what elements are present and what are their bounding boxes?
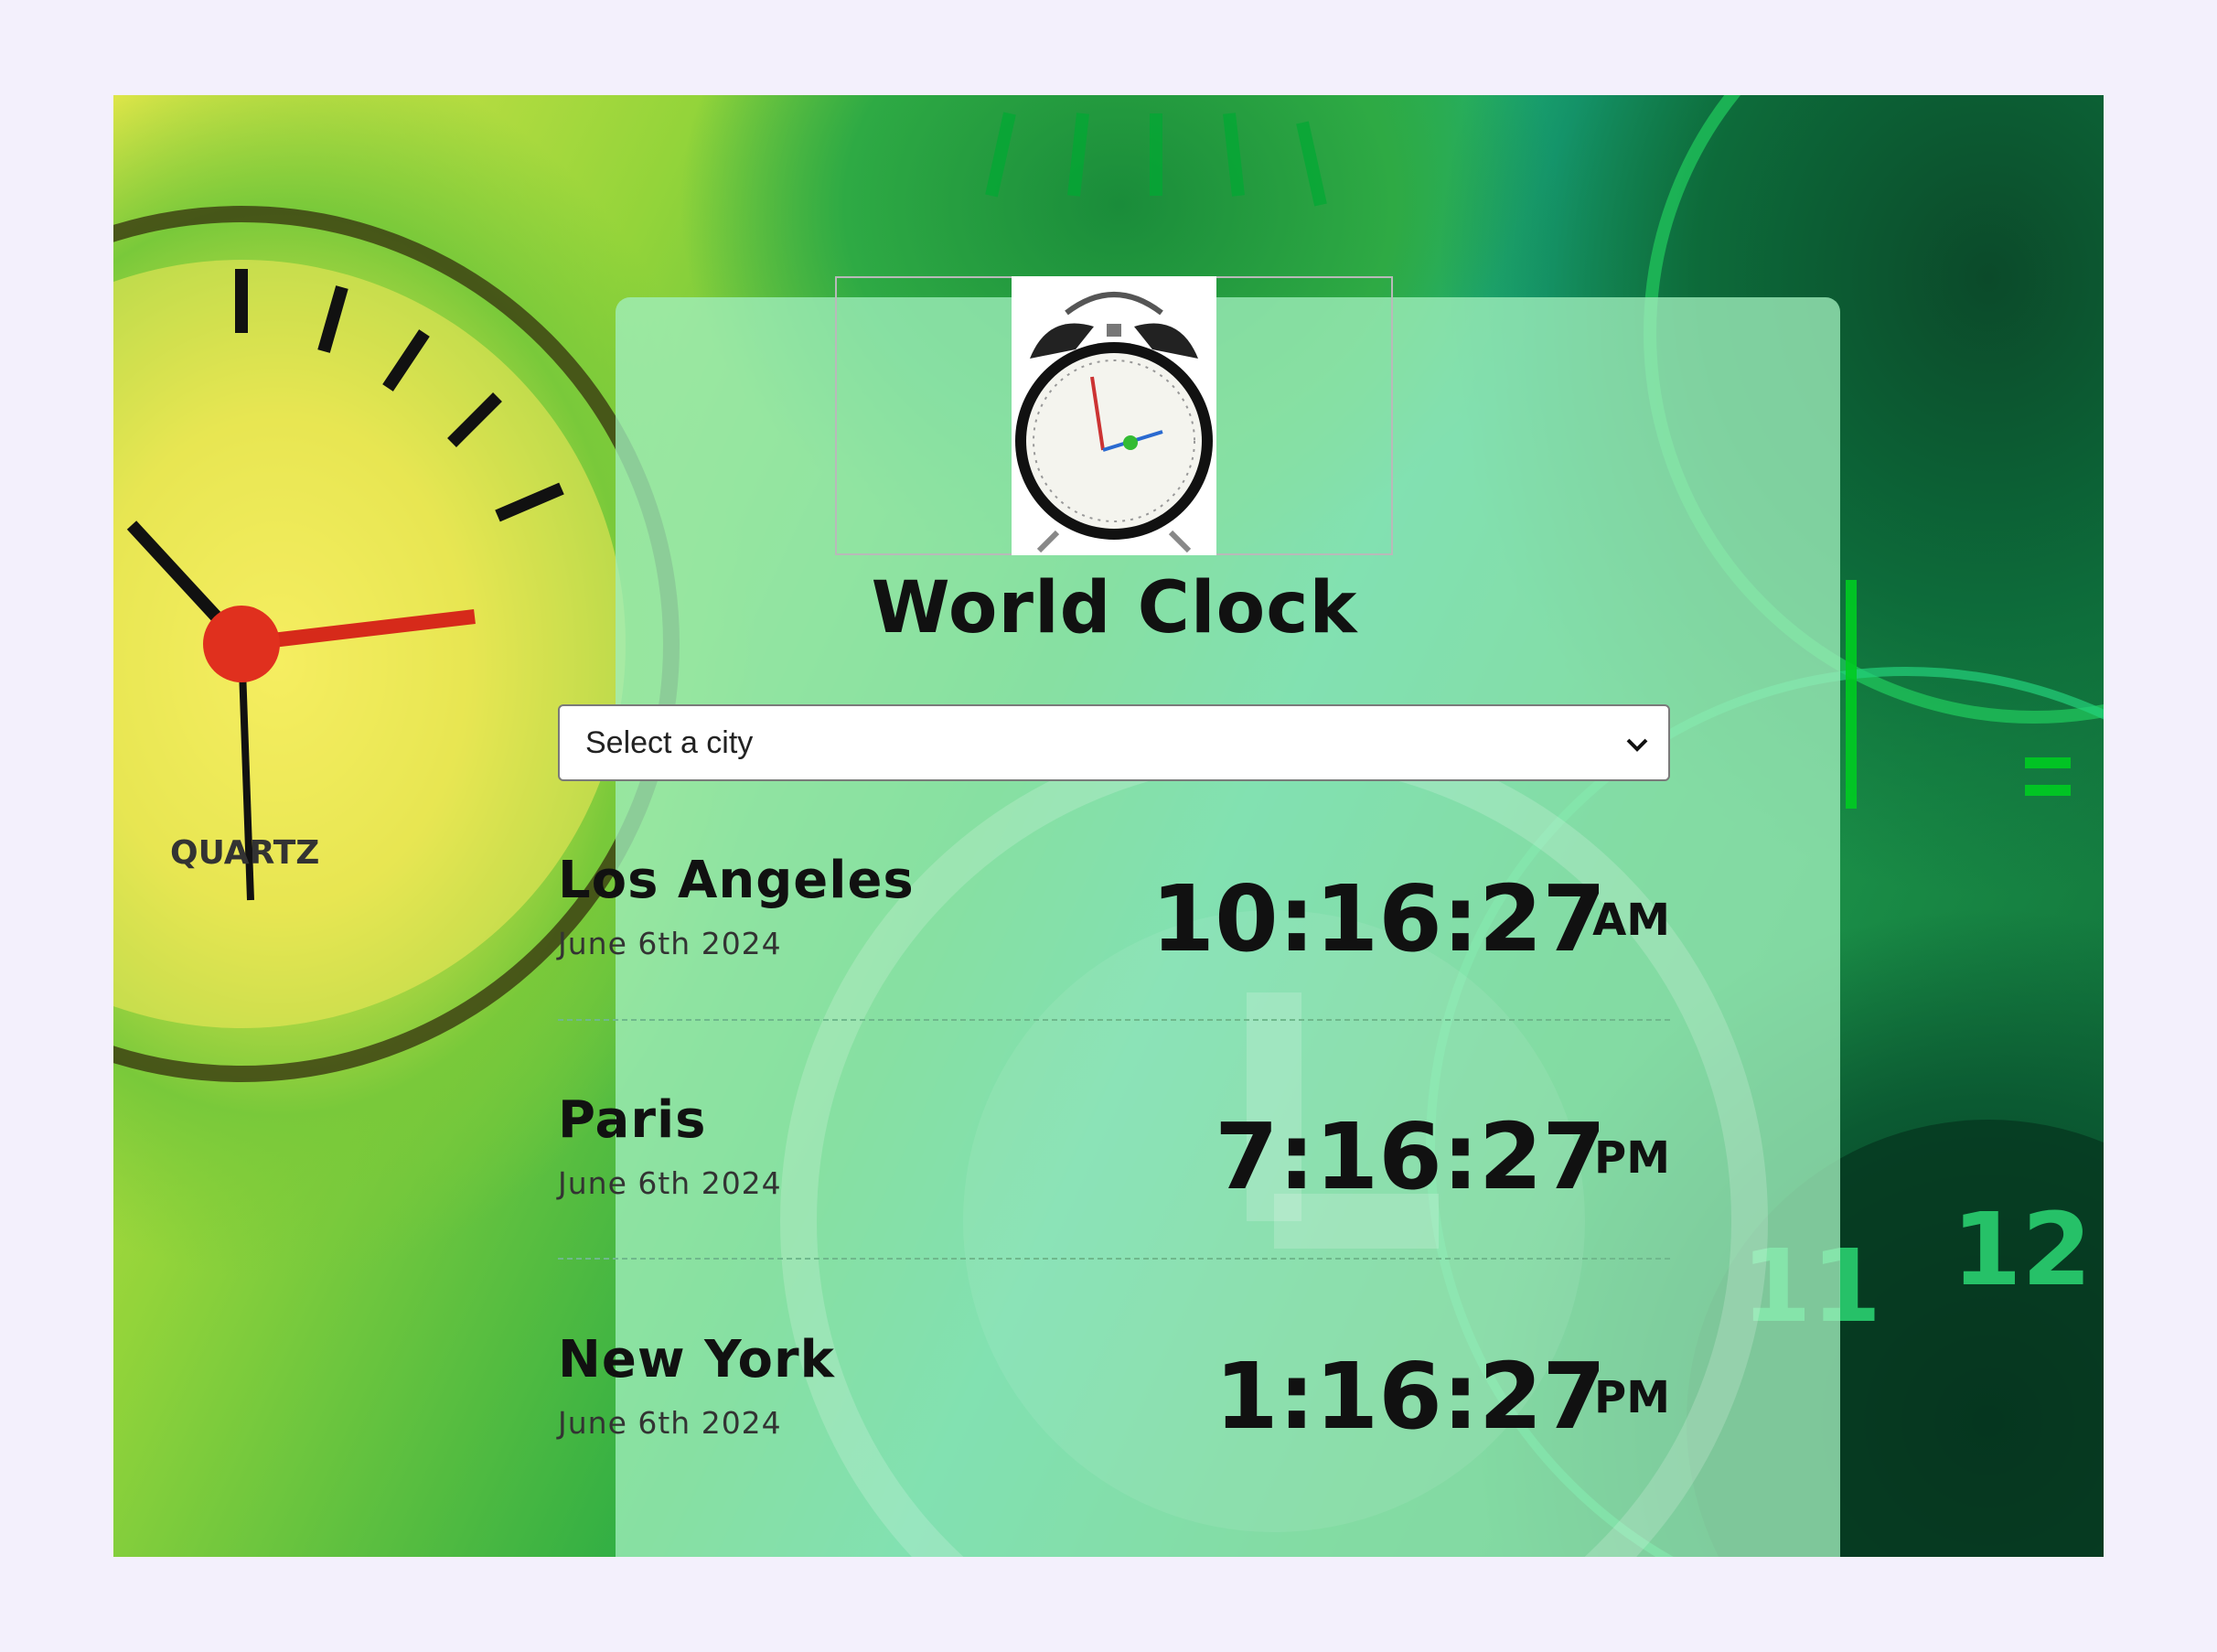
city-time: 7:16:27 <box>1215 1103 1606 1210</box>
row-divider <box>558 1258 1670 1260</box>
clock-row-new-york: New York June 6th 2024 1:16:27 PM <box>558 1330 1670 1476</box>
clock-row-los-angeles: Los Angeles June 6th 2024 10:16:27 AM <box>558 851 1670 997</box>
row-divider <box>558 1019 1670 1021</box>
city-name: New York <box>558 1330 835 1389</box>
city-date: June 6th 2024 <box>558 926 782 961</box>
clock-row-paris: Paris June 6th 2024 7:16:27 PM <box>558 1090 1670 1237</box>
city-select-value: Select a city <box>585 724 754 760</box>
city-date: June 6th 2024 <box>558 1405 782 1441</box>
city-time: 10:16:27 <box>1151 865 1606 972</box>
city-ampm: PM <box>1594 1132 1670 1184</box>
watch-brand-text: QUARTZ <box>170 834 319 872</box>
svg-text:12: 12 <box>1952 1191 2092 1308</box>
alarm-clock-icon <box>1012 276 1216 555</box>
city-ampm: AM <box>1592 895 1670 946</box>
city-select[interactable]: Select a city <box>558 704 1670 781</box>
city-ampm: PM <box>1594 1372 1670 1423</box>
chevron-down-icon <box>1626 738 1648 752</box>
city-time: 1:16:27 <box>1215 1343 1606 1450</box>
city-name: Paris <box>558 1090 707 1150</box>
city-date: June 6th 2024 <box>558 1165 782 1201</box>
city-name: Los Angeles <box>558 851 915 910</box>
page-title: World Clock <box>871 567 1358 649</box>
